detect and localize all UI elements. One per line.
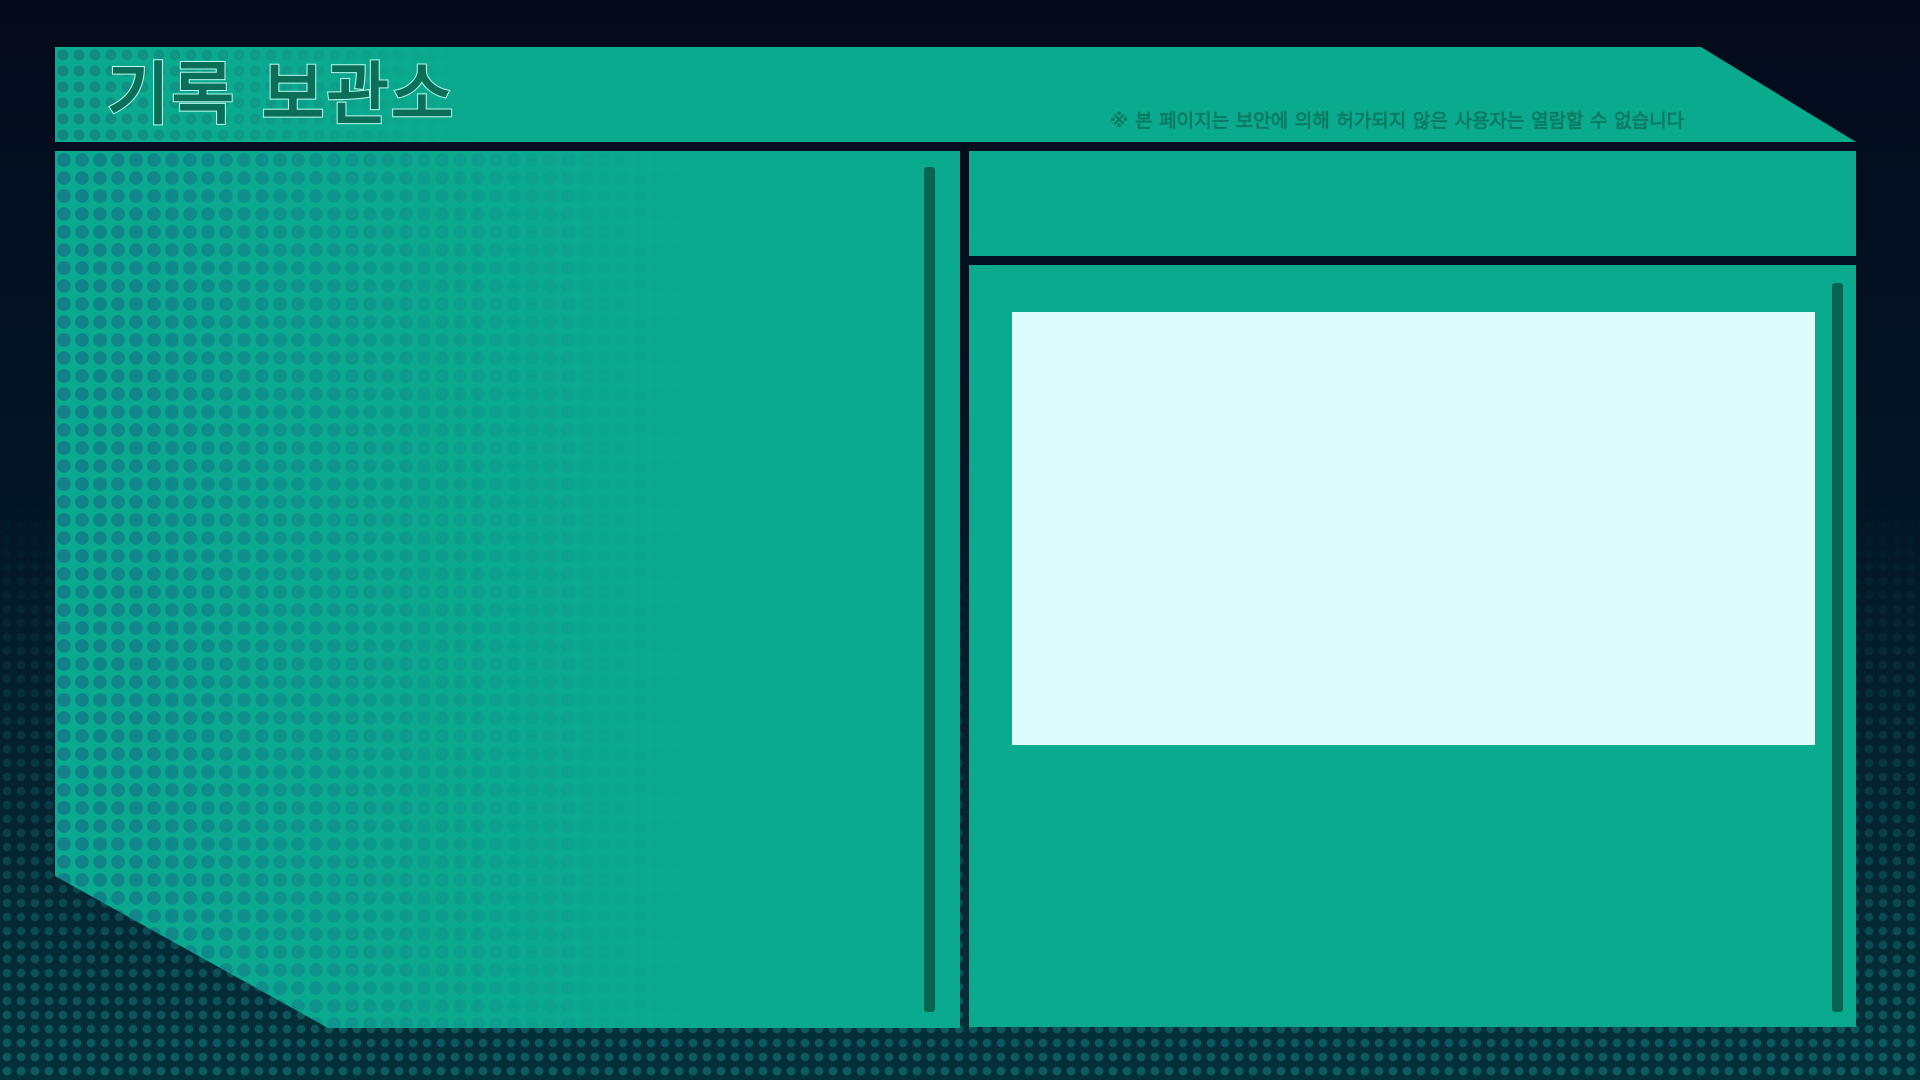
record-list-scrollbar[interactable] xyxy=(924,167,935,1012)
record-header-panel xyxy=(969,151,1856,256)
left-panel-dot-pattern xyxy=(55,151,960,1028)
page-title: 기록 보관소 xyxy=(106,56,456,136)
header-bar: 기록 보관소 ※ 본 페이지는 보안에 의해 허가되지 않은 사용자는 열람할 … xyxy=(55,47,1856,142)
record-list-panel xyxy=(55,151,960,1028)
record-content-box xyxy=(1012,312,1815,745)
record-detail-panel xyxy=(969,265,1856,1027)
record-detail-scrollbar[interactable] xyxy=(1832,283,1843,1012)
security-notice: ※ 본 페이지는 보안에 의해 허가되지 않은 사용자는 열람할 수 없습니다 xyxy=(1110,110,1685,132)
